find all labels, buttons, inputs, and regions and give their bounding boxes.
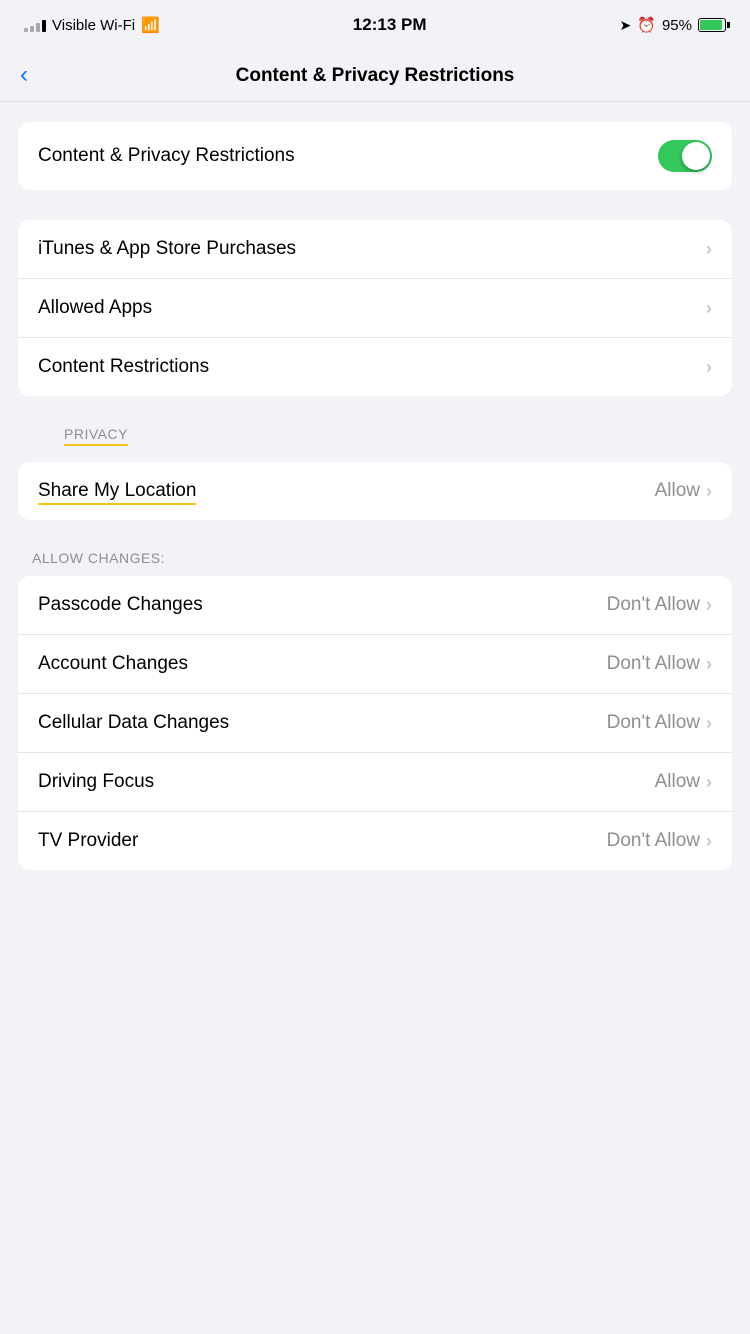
privacy-group: Share My Location Allow › — [18, 462, 732, 520]
account-changes-value: Don't Allow — [607, 653, 700, 675]
allow-changes-header: ALLOW CHANGES: — [0, 550, 750, 576]
tv-provider-item[interactable]: TV Provider Don't Allow › — [18, 811, 732, 870]
account-changes-item[interactable]: Account Changes Don't Allow › — [18, 634, 732, 693]
account-changes-label: Account Changes — [38, 653, 188, 675]
location-icon: ➤ — [620, 17, 632, 34]
wifi-icon: 📶 — [141, 16, 160, 34]
privacy-section-header: PRIVACY — [64, 426, 128, 452]
share-my-location-item[interactable]: Share My Location Allow › — [18, 462, 732, 520]
toggle-label: Content & Privacy Restrictions — [38, 145, 295, 167]
status-bar: Visible Wi-Fi 📶 12:13 PM ➤ ⏰ 95% — [0, 0, 750, 50]
chevron-right-icon: › — [706, 713, 712, 734]
driving-focus-item[interactable]: Driving Focus Allow › — [18, 752, 732, 811]
status-left: Visible Wi-Fi 📶 — [24, 16, 160, 34]
allow-changes-section: ALLOW CHANGES: Passcode Changes Don't Al… — [0, 550, 750, 870]
allow-changes-group: Passcode Changes Don't Allow › Account C… — [18, 576, 732, 870]
passcode-changes-value: Don't Allow — [607, 594, 700, 616]
status-time: 12:13 PM — [353, 15, 427, 35]
chevron-right-icon: › — [706, 239, 712, 260]
content: Content & Privacy Restrictions iTunes & … — [0, 102, 750, 920]
tv-provider-label: TV Provider — [38, 830, 138, 852]
back-button[interactable]: ‹ — [20, 65, 28, 87]
carrier-label: Visible Wi-Fi — [52, 17, 135, 34]
battery-percent: 95% — [662, 17, 692, 34]
chevron-right-icon: › — [706, 357, 712, 378]
nav-bar: ‹ Content & Privacy Restrictions — [0, 50, 750, 102]
chevron-right-icon: › — [706, 772, 712, 793]
chevron-right-icon: › — [706, 654, 712, 675]
content-privacy-toggle[interactable] — [658, 140, 712, 172]
page-title: Content & Privacy Restrictions — [236, 65, 515, 87]
chevron-right-icon: › — [706, 595, 712, 616]
list-item[interactable]: iTunes & App Store Purchases › — [18, 220, 732, 278]
driving-focus-label: Driving Focus — [38, 771, 154, 793]
signal-bars-icon — [24, 18, 46, 32]
driving-focus-value: Allow — [655, 771, 700, 793]
status-right: ➤ ⏰ 95% — [620, 16, 726, 34]
cellular-data-changes-label: Cellular Data Changes — [38, 712, 229, 734]
privacy-section: PRIVACY Share My Location Allow › — [0, 426, 750, 520]
cellular-data-changes-item[interactable]: Cellular Data Changes Don't Allow › — [18, 693, 732, 752]
battery-icon — [698, 18, 726, 32]
toggle-knob — [682, 142, 710, 170]
content-privacy-toggle-row: Content & Privacy Restrictions — [18, 122, 732, 190]
menu-group: iTunes & App Store Purchases › Allowed A… — [18, 220, 732, 396]
passcode-changes-label: Passcode Changes — [38, 594, 203, 616]
tv-provider-value: Don't Allow — [607, 830, 700, 852]
alarm-icon: ⏰ — [637, 16, 656, 34]
chevron-right-icon: › — [706, 481, 712, 502]
passcode-changes-item[interactable]: Passcode Changes Don't Allow › — [18, 576, 732, 634]
share-my-location-label: Share My Location — [38, 480, 196, 502]
share-location-value: Allow — [655, 480, 700, 502]
list-item[interactable]: Allowed Apps › — [18, 278, 732, 337]
chevron-right-icon: › — [706, 831, 712, 852]
list-item[interactable]: Content Restrictions › — [18, 337, 732, 396]
itunes-purchases-label: iTunes & App Store Purchases — [38, 238, 296, 260]
chevron-right-icon: › — [706, 298, 712, 319]
cellular-data-changes-value: Don't Allow — [607, 712, 700, 734]
back-chevron-icon: ‹ — [20, 63, 28, 87]
content-restrictions-label: Content Restrictions — [38, 356, 209, 378]
allowed-apps-label: Allowed Apps — [38, 297, 152, 319]
